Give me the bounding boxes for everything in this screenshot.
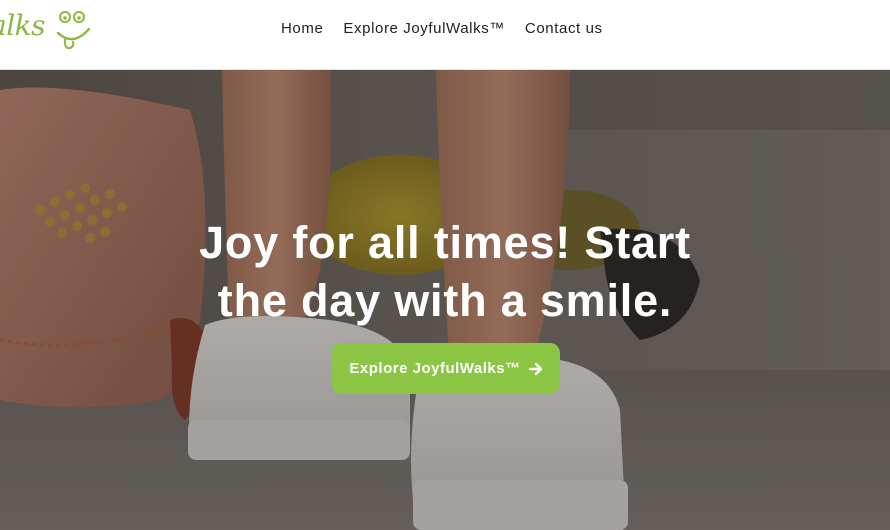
- hero-heading: Joy for all times! Start the day with a …: [199, 217, 691, 326]
- main-nav: Home Explore JoyfulWalks™ Contact us: [271, 18, 613, 39]
- hero-button-label: Explore JoyfulWalks™: [349, 360, 521, 377]
- brand-logo[interactable]: alks: [0, 2, 100, 52]
- explore-joyfulwalks-button[interactable]: Explore JoyfulWalks™: [332, 343, 560, 394]
- smiley-face-icon: [56, 11, 91, 50]
- header-divider: [0, 69, 890, 70]
- arrow-right-icon: [528, 362, 542, 375]
- hero-banner: Joy for all times! Start the day with a …: [0, 70, 890, 530]
- logo-wordmark: alks: [0, 9, 45, 42]
- nav-item-home[interactable]: Home: [271, 18, 333, 39]
- nav-item-contact-us[interactable]: Contact us: [515, 18, 613, 39]
- site-header: alks Home Explore JoyfulWalks™ Contact u…: [0, 0, 890, 69]
- nav-item-explore-joyfulwalks[interactable]: Explore JoyfulWalks™: [333, 18, 515, 39]
